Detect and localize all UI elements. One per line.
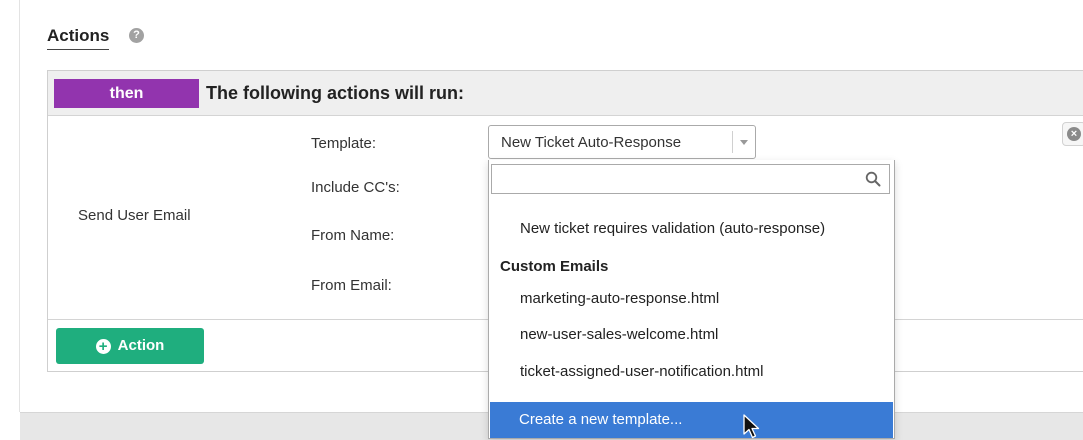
dropdown-option-sales-welcome[interactable]: new-user-sales-welcome.html	[520, 326, 718, 343]
remove-action-button[interactable]: ×	[1062, 122, 1083, 146]
search-icon	[865, 171, 881, 187]
action-type-label: Send User Email	[78, 207, 191, 224]
add-action-button[interactable]: + Action	[56, 328, 204, 364]
create-template-option[interactable]: Create a new template...	[490, 402, 893, 438]
template-label: Template:	[311, 135, 377, 152]
template-search-input[interactable]	[491, 164, 890, 194]
close-icon: ×	[1067, 127, 1081, 141]
then-badge: then	[54, 79, 199, 108]
page-left-border	[19, 0, 20, 412]
include-cc-label: Include CC's:	[311, 179, 400, 196]
chevron-down-icon[interactable]	[740, 140, 748, 145]
from-name-label: From Name:	[311, 227, 395, 244]
section-title: Actions	[47, 26, 110, 50]
dropdown-option-assigned-notification[interactable]: ticket-assigned-user-notification.html	[520, 363, 763, 380]
dropdown-group-custom-emails: Custom Emails	[500, 258, 609, 275]
dropdown-option-validation[interactable]: New ticket requires validation (auto-res…	[520, 220, 825, 237]
help-icon[interactable]: ?	[129, 28, 144, 43]
plus-icon: +	[95, 338, 111, 354]
mouse-cursor-icon	[743, 414, 760, 439]
template-dropdown: New ticket requires validation (auto-res…	[488, 160, 895, 439]
template-select-value: New Ticket Auto-Response	[501, 134, 682, 151]
panel-header-text: The following actions will run:	[206, 83, 464, 103]
panel-header: then The following actions will run:	[48, 71, 1083, 116]
dropdown-option-marketing[interactable]: marketing-auto-response.html	[520, 290, 719, 307]
from-email-label: From Email:	[311, 277, 392, 294]
select-divider	[732, 131, 733, 153]
add-action-label: Action	[117, 337, 165, 354]
template-select[interactable]: New Ticket Auto-Response	[488, 125, 756, 159]
